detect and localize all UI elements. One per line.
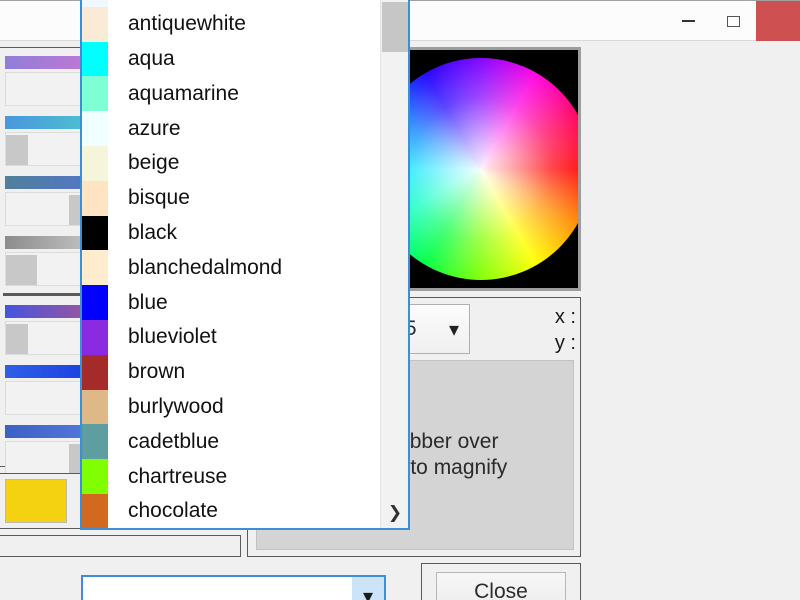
slider-thumb[interactable] bbox=[6, 135, 29, 165]
color-option-chocolate[interactable]: chocolate bbox=[82, 493, 380, 528]
color-swatch-chip bbox=[82, 180, 108, 216]
color-wheel-panel[interactable] bbox=[381, 47, 581, 291]
color-swatch-chip bbox=[82, 6, 108, 42]
color-swatch-chip bbox=[82, 145, 108, 181]
color-option-chartreuse[interactable]: chartreuse bbox=[82, 459, 380, 494]
color-option-label: cadetblue bbox=[128, 429, 220, 453]
color-option-blanchedalmond[interactable]: blanchedalmond bbox=[82, 250, 380, 286]
color-option-label: chartreuse bbox=[128, 464, 228, 488]
color-option-label: aqua bbox=[128, 46, 175, 70]
color-swatch-chip bbox=[82, 76, 108, 112]
color-swatch-chip bbox=[82, 215, 108, 251]
close-window-button[interactable] bbox=[756, 1, 800, 41]
dropdown-scrollbar[interactable]: ❯ bbox=[380, 0, 408, 528]
color-option-bisque[interactable]: bisque bbox=[82, 180, 380, 216]
color-option-burlywood[interactable]: burlywood bbox=[82, 389, 380, 425]
html-color-input[interactable] bbox=[83, 577, 352, 600]
color-option-label: beige bbox=[128, 151, 180, 175]
color-option-label: chocolate bbox=[128, 499, 218, 523]
color-option-brown[interactable]: brown bbox=[82, 354, 380, 390]
slider-thumb[interactable] bbox=[6, 324, 29, 354]
color-option-label: antiquewhite bbox=[128, 12, 246, 36]
color-swatch-chip bbox=[82, 424, 108, 460]
y-coordinate-label: y : bbox=[554, 332, 576, 354]
x-coordinate-label: x : bbox=[554, 306, 576, 328]
color-option-aqua[interactable]: aqua bbox=[82, 41, 380, 77]
color-swatch-chip bbox=[82, 493, 108, 528]
color-option-label: azure bbox=[128, 116, 181, 140]
color-swatch-chip bbox=[82, 459, 108, 494]
color-option-label: burlywood bbox=[128, 394, 224, 418]
color-option-aliceblue[interactable]: aliceblue bbox=[82, 0, 380, 7]
color-option-label: brown bbox=[128, 360, 186, 384]
color-option-beige[interactable]: beige bbox=[82, 145, 380, 181]
current-color-swatch[interactable] bbox=[5, 479, 67, 523]
color-option-cadetblue[interactable]: cadetblue bbox=[82, 424, 380, 460]
color-swatch-chip bbox=[82, 250, 108, 286]
color-wheel[interactable] bbox=[384, 50, 578, 288]
color-option-antiquewhite[interactable]: antiquewhite bbox=[82, 6, 380, 42]
slider-thumb[interactable] bbox=[6, 255, 38, 285]
color-option-aquamarine[interactable]: aquamarine bbox=[82, 76, 380, 112]
color-option-label: aliceblue bbox=[108, 0, 211, 1]
color-name-dropdown-list[interactable]: aliceblue antiquewhite aqua aquamarine azure… bbox=[80, 0, 410, 530]
color-swatch-chip bbox=[82, 0, 108, 7]
color-swatch-chip bbox=[82, 319, 108, 355]
color-option-label: blanchedalmond bbox=[128, 255, 283, 279]
sliders-footer-panel bbox=[0, 535, 241, 557]
minimize-icon bbox=[682, 20, 695, 22]
chevron-down-icon: ▾ bbox=[448, 317, 459, 341]
maximize-icon bbox=[727, 15, 740, 27]
color-swatch-chip bbox=[82, 111, 108, 146]
color-swatch-chip bbox=[82, 354, 108, 390]
color-option-label: aquamarine bbox=[128, 81, 239, 105]
color-swatch-chip bbox=[82, 41, 108, 77]
html-color-combobox[interactable]: ▾ bbox=[81, 575, 386, 600]
close-panel: Close bbox=[421, 563, 581, 600]
scroll-down-icon[interactable]: ❯ bbox=[381, 500, 408, 526]
close-button[interactable]: Close bbox=[436, 572, 566, 600]
chevron-down-icon: ▾ bbox=[362, 584, 374, 600]
color-swatch-chip bbox=[82, 389, 108, 425]
color-option-label: bisque bbox=[128, 186, 190, 210]
color-option-blueviolet[interactable]: blueviolet bbox=[82, 319, 380, 355]
color-name-options[interactable]: aliceblue antiquewhite aqua aquamarine azure… bbox=[82, 0, 380, 528]
color-wheel-disc[interactable] bbox=[384, 58, 578, 280]
dropdown-scrollbar-thumb[interactable] bbox=[382, 2, 408, 52]
color-option-azure[interactable]: azure bbox=[82, 111, 380, 146]
color-swatch-chip bbox=[82, 285, 108, 320]
color-option-label: black bbox=[128, 220, 178, 244]
maximize-button[interactable] bbox=[711, 1, 756, 41]
color-option-label: blueviolet bbox=[128, 325, 217, 349]
color-option-blue[interactable]: blue bbox=[82, 285, 380, 320]
html-color-dropdown-arrow[interactable]: ▾ bbox=[352, 577, 384, 600]
color-option-black[interactable]: black bbox=[82, 215, 380, 251]
minimize-button[interactable] bbox=[666, 1, 711, 41]
color-option-label: blue bbox=[128, 290, 168, 314]
